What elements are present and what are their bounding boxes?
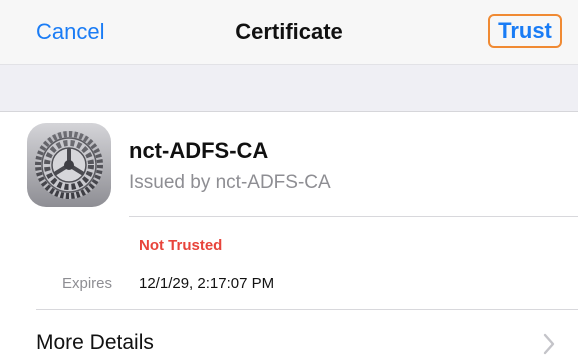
section-spacer [0,64,578,112]
more-details-label: More Details [36,331,154,354]
settings-gear-icon [27,123,111,207]
certificate-screen: Cancel Certificate Trust nct-ADFS-CA Iss… [0,0,578,356]
trust-status: Not Trusted [139,237,223,254]
cancel-button[interactable]: Cancel [36,18,104,46]
divider [129,216,578,217]
more-details-row[interactable]: More Details [0,310,578,356]
certificate-name: nct-ADFS-CA [129,138,269,163]
expires-label: Expires [62,275,113,292]
chevron-right-icon [543,333,555,355]
navigation-bar: Cancel Certificate Trust [0,0,578,64]
trust-button[interactable]: Trust [488,14,562,48]
expires-value: 12/1/29, 2:17:07 PM [139,275,275,292]
certificate-issuer: Issued by nct-ADFS-CA [129,172,331,193]
